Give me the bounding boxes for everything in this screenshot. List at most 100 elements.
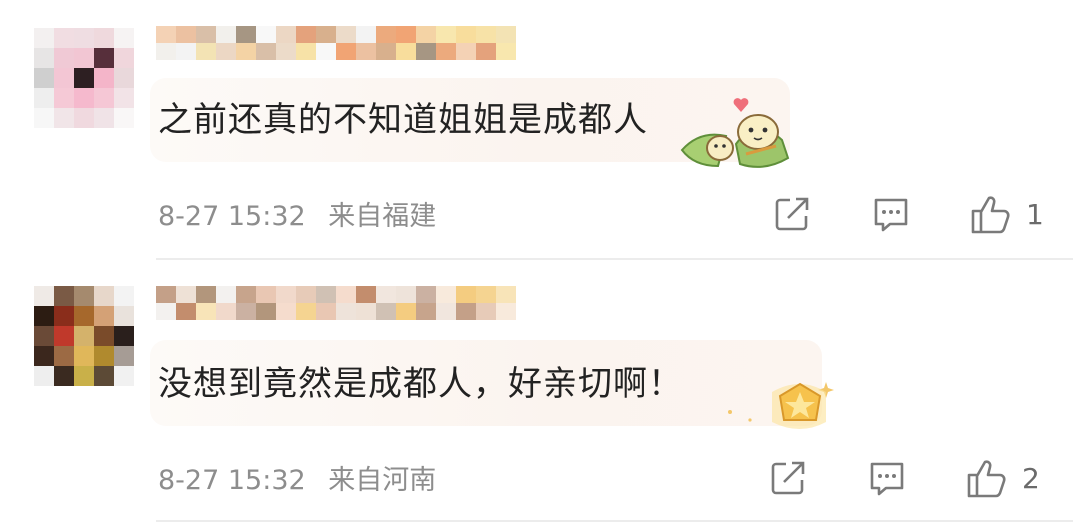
username-blurred[interactable] <box>156 286 516 320</box>
like-count: 2 <box>1022 461 1040 495</box>
like-count: 1 <box>1026 197 1044 231</box>
avatar-pixel <box>94 28 114 48</box>
avatar-pixel <box>34 306 54 326</box>
like-button[interactable]: 1 <box>970 194 1044 234</box>
share-button[interactable] <box>774 196 810 232</box>
username-pixel-column <box>196 26 216 60</box>
username-pixel <box>496 303 516 320</box>
username-pixel <box>256 303 276 320</box>
reply-button[interactable] <box>868 460 906 498</box>
username-pixel <box>416 26 436 43</box>
avatar-pixel <box>54 48 74 68</box>
username-pixel <box>396 303 416 320</box>
username-pixel <box>176 43 196 60</box>
username-pixel-column <box>376 26 396 60</box>
avatar-pixel <box>54 88 74 108</box>
username-blurred[interactable] <box>156 26 516 60</box>
share-button[interactable] <box>770 460 806 496</box>
username-pixel <box>336 286 356 303</box>
avatar-pixel <box>54 68 74 88</box>
avatar-pixel <box>114 326 134 346</box>
avatar-pixel <box>34 366 54 386</box>
avatar-pixel <box>34 48 54 68</box>
username-pixel-column <box>456 286 476 320</box>
username-pixel-column <box>176 286 196 320</box>
username-pixel <box>316 43 336 60</box>
username-pixel-column <box>356 286 376 320</box>
username-pixel <box>156 26 176 43</box>
username-pixel-column <box>256 26 276 60</box>
username-pixel <box>416 43 436 60</box>
username-pixel-column <box>356 26 376 60</box>
avatar-pixel <box>34 88 54 108</box>
avatar-pixel <box>94 68 114 88</box>
username-pixel <box>476 303 496 320</box>
username-pixel <box>336 26 356 43</box>
username-pixel-column <box>296 286 316 320</box>
username-pixel <box>176 26 196 43</box>
avatar-pixel <box>54 286 74 306</box>
username-pixel <box>456 286 476 303</box>
username-pixel <box>356 286 376 303</box>
username-pixel-column <box>296 26 316 60</box>
avatar-pixel <box>54 326 74 346</box>
username-pixel-column <box>316 286 336 320</box>
share-icon <box>775 197 809 231</box>
username-pixel <box>176 303 196 320</box>
avatar-pixel <box>114 68 134 88</box>
username-pixel <box>356 43 376 60</box>
username-pixel <box>216 303 236 320</box>
avatar-pixel <box>54 306 74 326</box>
avatar-pixel <box>74 108 94 128</box>
username-pixel-column <box>316 26 336 60</box>
comment-location: 来自福建 <box>328 201 437 232</box>
username-pixel <box>436 286 456 303</box>
username-pixel <box>456 26 476 43</box>
username-pixel <box>196 43 216 60</box>
username-pixel-column <box>196 286 216 320</box>
username-pixel-column <box>176 26 196 60</box>
username-pixel <box>356 303 376 320</box>
avatar-pixel <box>114 306 134 326</box>
comment-icon <box>874 198 908 232</box>
username-pixel <box>256 286 276 303</box>
avatar-pixel <box>94 366 114 386</box>
username-pixel-column <box>156 286 176 320</box>
comment-item: 没想到竟然是成都人，好亲切啊！ 8-27 15:32 来自河南 2 <box>0 262 1073 530</box>
username-pixel-column <box>276 286 296 320</box>
avatar-pixel <box>114 88 134 108</box>
avatar-pixel <box>74 28 94 48</box>
username-pixel-column <box>216 286 236 320</box>
username-pixel <box>276 43 296 60</box>
avatar-pixel <box>114 108 134 128</box>
avatar[interactable] <box>34 286 134 386</box>
username-pixel <box>276 286 296 303</box>
reply-button[interactable] <box>872 196 910 234</box>
divider <box>156 520 1073 522</box>
username-pixel <box>436 43 456 60</box>
username-pixel <box>336 303 356 320</box>
username-pixel <box>336 43 356 60</box>
avatar-pixel <box>54 366 74 386</box>
username-pixel <box>176 286 196 303</box>
username-pixel-column <box>256 286 276 320</box>
like-button[interactable]: 2 <box>966 458 1040 498</box>
username-pixel-column <box>476 286 496 320</box>
avatar-pixel <box>74 286 94 306</box>
avatar-pixel <box>94 346 114 366</box>
username-pixel <box>476 26 496 43</box>
username-pixel <box>396 43 416 60</box>
username-pixel-column <box>376 286 396 320</box>
avatar-pixel <box>94 326 114 346</box>
username-pixel <box>436 26 456 43</box>
zongzi-sticker-icon <box>680 98 790 168</box>
avatar-pixel <box>34 28 54 48</box>
avatar-pixel <box>114 366 134 386</box>
avatar-pixel <box>54 28 74 48</box>
username-pixel <box>376 303 396 320</box>
username-pixel <box>396 286 416 303</box>
avatar-pixel <box>34 346 54 366</box>
avatar-pixel <box>34 68 54 88</box>
comment-location: 来自河南 <box>328 465 437 496</box>
avatar[interactable] <box>34 28 134 128</box>
